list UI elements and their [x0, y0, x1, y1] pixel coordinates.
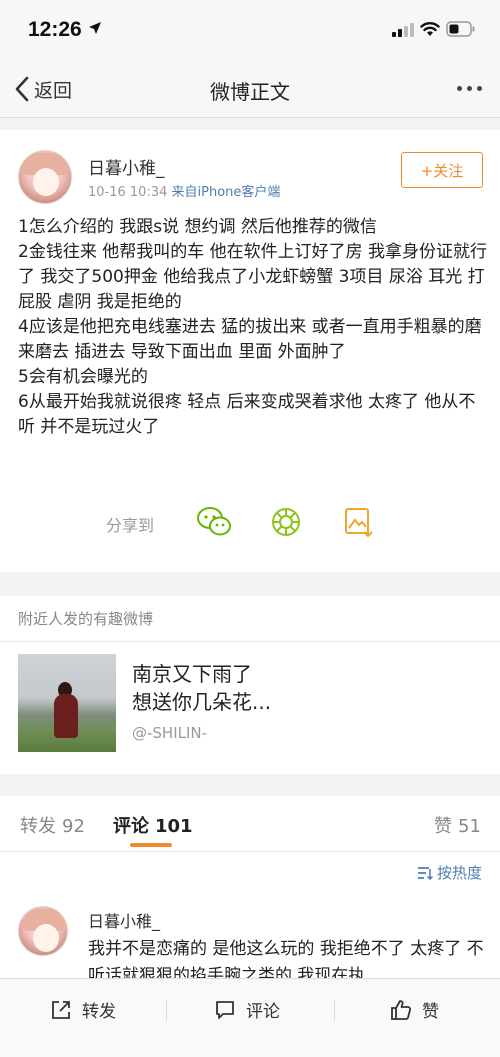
status-bar: 12:26	[0, 0, 500, 60]
post-meta: 10-16 10:34 来自iPhone客户端	[88, 181, 280, 200]
save-image-icon[interactable]	[344, 506, 374, 538]
share-label: 分享到	[106, 516, 155, 535]
comments-list: 按热度 日暮小稚_ 我并不是恋痛的 是他这么玩的 我拒绝不了 太疼了 不听话就狠…	[0, 852, 500, 978]
sort-label: 按热度	[436, 864, 482, 882]
bottom-action-bar: 转发 评论 赞	[0, 978, 500, 1057]
sort-button[interactable]: 按热度	[417, 862, 482, 883]
post-source[interactable]: 来自iPhone客户端	[172, 185, 281, 200]
status-time: 12:26	[28, 18, 82, 41]
post-body: 1怎么介绍的 我跟s说 想约调 然后他推荐的微信 2金钱往来 他帮我叫的车 他在…	[18, 215, 488, 440]
tab-likes[interactable]: 赞 51	[434, 812, 481, 838]
post-line: 1怎么介绍的 我跟s说 想约调 然后他推荐的微信	[18, 217, 377, 237]
navigation-bar: 返回 微博正文	[0, 60, 500, 118]
nearby-title-line: 南京又下雨了	[132, 662, 252, 686]
comment-button[interactable]: 评论	[214, 997, 280, 1022]
post-line: 6从最开始我就说很疼 轻点 后来变成哭着求他 太疼了 他从不听 并不是玩过火了	[18, 392, 476, 437]
tab-reposts[interactable]: 转发 92	[20, 812, 85, 838]
moments-icon[interactable]	[270, 506, 302, 538]
repost-icon	[52, 1000, 70, 1019]
post-line: 5会有机会曝光的	[18, 367, 148, 387]
comment-label: 评论	[246, 1002, 280, 1022]
avatar[interactable]	[18, 150, 72, 204]
like-label: 赞	[422, 1002, 439, 1022]
post-time: 10-16 10:34	[88, 185, 168, 200]
wifi-icon	[420, 22, 440, 36]
post-line: 2金钱往来 他帮我叫的车 他在软件上订好了房 我拿身份证就行了 我交了500押金…	[18, 242, 488, 312]
comment-username[interactable]: 日暮小稚_	[88, 908, 160, 932]
more-options-icon[interactable]	[457, 86, 482, 91]
share-row: 分享到	[0, 502, 500, 542]
repost-label: 转发	[82, 1002, 116, 1022]
post-line: 4应该是他把充电线塞进去 猛的拔出来 或者一直用手粗暴的磨来磨去 插进去 导致下…	[18, 317, 482, 362]
nearby-section: 附近人发的有趣微博 南京又下雨了 想送你几朵花... @-SHILIN-	[0, 596, 500, 774]
tab-count: 51	[458, 816, 481, 837]
repost-button[interactable]: 转发	[50, 997, 116, 1022]
location-arrow-icon	[89, 22, 101, 34]
nearby-header: 附近人发的有趣微博	[0, 596, 500, 642]
nearby-title[interactable]: 南京又下雨了 想送你几朵花...	[132, 660, 271, 716]
follow-button[interactable]: +关注	[401, 152, 483, 188]
thumbs-up-icon	[391, 999, 412, 1020]
tab-count: 101	[155, 816, 193, 837]
tab-label: 赞	[434, 816, 452, 837]
tab-label: 转发	[20, 816, 56, 837]
nearby-author: @-SHILIN-	[132, 724, 208, 742]
comment-text: 我并不是恋痛的 是他这么玩的 我拒绝不了 太疼了 不听话就狠狠的掐手腕之类的 我…	[88, 939, 484, 978]
tab-count: 92	[62, 816, 85, 837]
post-username[interactable]: 日暮小稚_	[88, 154, 165, 179]
active-tab-indicator	[130, 843, 172, 847]
sort-icon	[417, 866, 433, 880]
cellular-signal-icon	[392, 23, 414, 37]
wechat-icon[interactable]	[196, 506, 232, 538]
comment-icon	[216, 1000, 234, 1019]
avatar[interactable]	[18, 906, 68, 956]
tab-comments[interactable]: 评论 101	[113, 812, 193, 838]
page-title: 微博正文	[210, 80, 290, 104]
nearby-title-line: 想送你几朵花...	[132, 690, 272, 714]
post-card: 日暮小稚_ 10-16 10:34 来自iPhone客户端 +关注 1怎么介绍的…	[0, 130, 500, 572]
tab-label: 评论	[113, 816, 149, 837]
interaction-tabs: 转发 92 评论 101 赞 51	[0, 796, 500, 852]
nearby-thumbnail[interactable]	[18, 654, 116, 752]
like-button[interactable]: 赞	[390, 997, 439, 1022]
battery-icon	[446, 21, 475, 37]
